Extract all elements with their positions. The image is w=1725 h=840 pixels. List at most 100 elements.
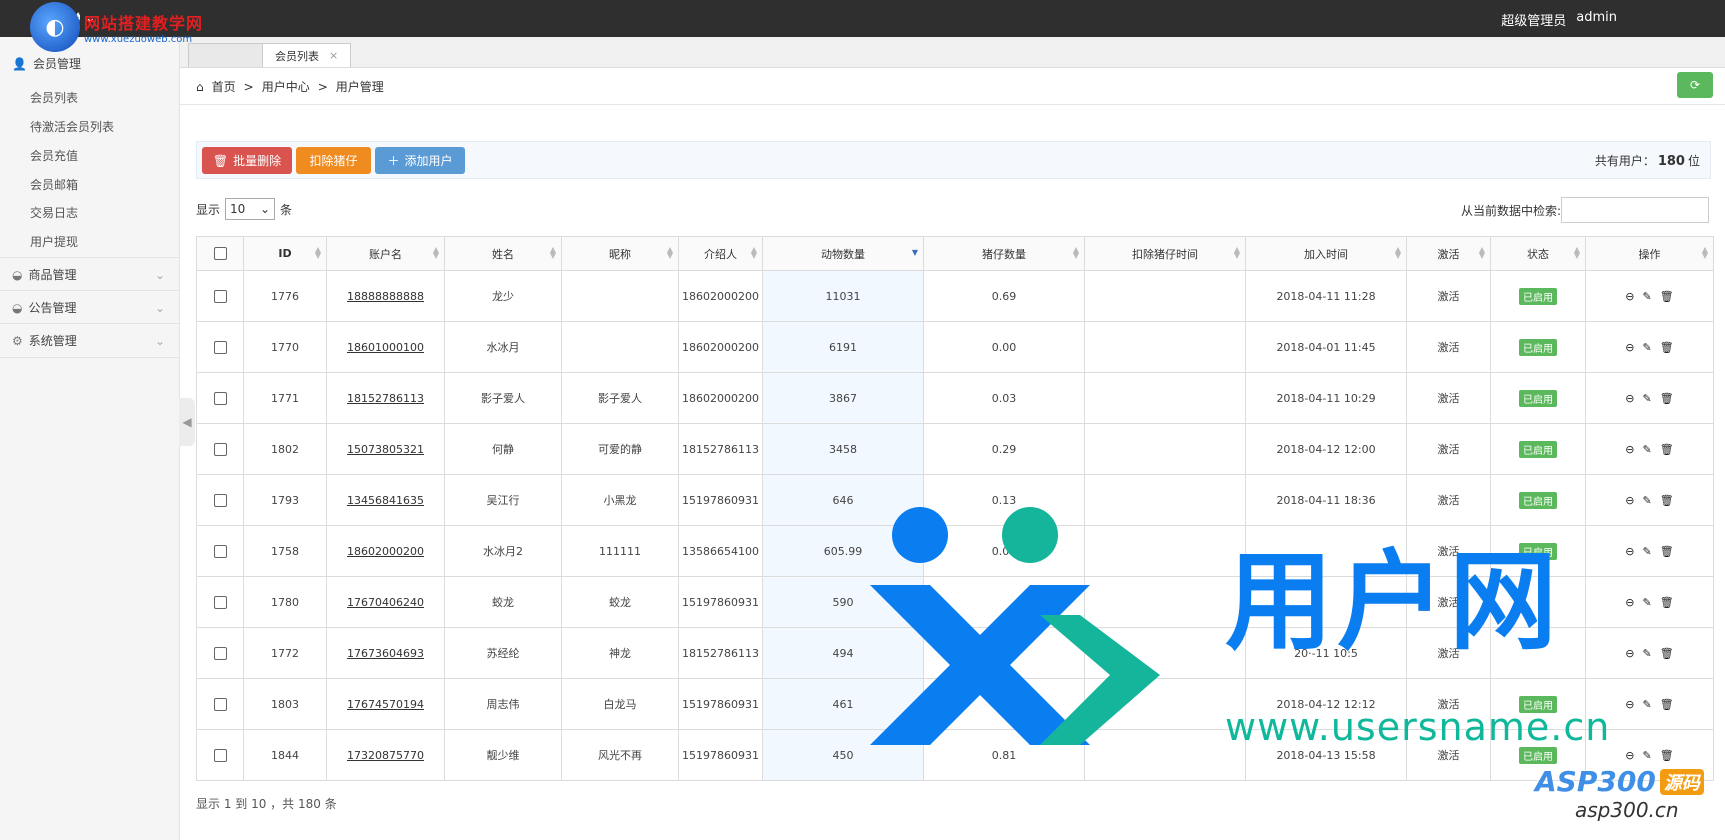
- row-select-cell[interactable]: [196, 729, 244, 781]
- row-select-cell[interactable]: [196, 627, 244, 679]
- row-select-cell[interactable]: [196, 525, 244, 577]
- edit-icon[interactable]: ✎: [1643, 647, 1652, 660]
- account-link[interactable]: 18601000100: [347, 341, 424, 354]
- close-icon[interactable]: ×: [329, 49, 338, 62]
- sidebar-collapse-handle[interactable]: ◀: [179, 398, 195, 446]
- account-link[interactable]: 18602000200: [347, 545, 424, 558]
- row-checkbox[interactable]: [213, 289, 227, 303]
- header-activated[interactable]: 激活 ▲ ▼: [1406, 236, 1491, 271]
- table-row[interactable]: 1776 18888888888 龙少 18602000200 11031 0.69 201…: [196, 270, 1714, 322]
- trash-icon[interactable]: 🗑: [1660, 596, 1674, 609]
- row-checkbox[interactable]: [213, 697, 227, 711]
- row-select-cell[interactable]: [196, 678, 244, 730]
- trash-icon[interactable]: 🗑: [1660, 545, 1674, 558]
- disable-icon[interactable]: ⊖: [1625, 596, 1634, 609]
- header-referrer[interactable]: 介绍人 ▲ ▼: [678, 236, 763, 271]
- header-animals[interactable]: 动物数量 ▼: [762, 236, 924, 271]
- row-checkbox[interactable]: [213, 442, 227, 456]
- edit-icon[interactable]: ✎: [1643, 494, 1652, 507]
- table-row[interactable]: 1771 18152786113 影子爱人 影子爱人 18602000200 3867 0.…: [196, 372, 1714, 424]
- header-nickname[interactable]: 昵称 ▲ ▼: [561, 236, 679, 271]
- header-piglets[interactable]: 猪仔数量 ▲ ▼: [923, 236, 1085, 271]
- row-checkbox[interactable]: [213, 748, 227, 762]
- header-account[interactable]: 账户名 ▲ ▼: [326, 236, 445, 271]
- disable-icon[interactable]: ⊖: [1625, 443, 1634, 456]
- row-select-cell[interactable]: [196, 372, 244, 424]
- header-deduct-time[interactable]: 扣除猪仔时间 ▲ ▼: [1084, 236, 1246, 271]
- edit-icon[interactable]: ✎: [1643, 443, 1652, 456]
- trash-icon[interactable]: 🗑: [1660, 647, 1674, 660]
- account-link[interactable]: 15073805321: [347, 443, 424, 456]
- header-status[interactable]: 状态 ▲ ▼: [1490, 236, 1586, 271]
- trash-icon[interactable]: 🗑: [1660, 290, 1674, 303]
- disable-icon[interactable]: ⊖: [1625, 392, 1634, 405]
- account-link[interactable]: 18888888888: [347, 290, 424, 303]
- sidebar-item-trade-log[interactable]: 交易日志: [30, 204, 78, 221]
- tab-member-list[interactable]: 会员列表 ×: [262, 43, 352, 67]
- refresh-button[interactable]: ⟳: [1677, 72, 1713, 98]
- add-user-button[interactable]: ＋ 添加用户: [375, 147, 465, 174]
- trash-icon[interactable]: 🗑: [1660, 494, 1674, 507]
- account-link[interactable]: 13456841635: [347, 494, 424, 507]
- sidebar-item-email[interactable]: 会员邮箱: [30, 176, 78, 193]
- trash-icon[interactable]: 🗑: [1660, 698, 1674, 711]
- batch-delete-button[interactable]: 🗑 批量删除: [202, 147, 292, 174]
- sidebar-group-system[interactable]: ⚙ 系统管理 ⌄: [0, 323, 179, 358]
- account-link[interactable]: 17673604693: [347, 647, 424, 660]
- trash-icon[interactable]: 🗑: [1660, 392, 1674, 405]
- page-length-select[interactable]: 10 ⌄: [225, 198, 276, 220]
- header-name[interactable]: 姓名 ▲ ▼: [444, 236, 562, 271]
- plus-icon: ＋: [387, 154, 400, 168]
- header-select-all[interactable]: [196, 236, 244, 271]
- account-link[interactable]: 17670406240: [347, 596, 424, 609]
- row-select-cell[interactable]: [196, 423, 244, 475]
- row-select-cell[interactable]: [196, 321, 244, 373]
- deduct-piglets-button[interactable]: 扣除猪仔: [296, 147, 371, 174]
- row-checkbox[interactable]: [213, 544, 227, 558]
- select-all-checkbox[interactable]: [213, 247, 227, 261]
- table-row[interactable]: 1770 18601000100 水冰月 18602000200 6191 0.00 201…: [196, 321, 1714, 373]
- sidebar-item-withdraw[interactable]: 用户提现: [30, 233, 78, 250]
- row-select-cell[interactable]: [196, 270, 244, 322]
- edit-icon[interactable]: ✎: [1643, 290, 1652, 303]
- header-join-time[interactable]: 加入时间 ▲ ▼: [1245, 236, 1407, 271]
- sidebar-item-recharge[interactable]: 会员充值: [30, 147, 78, 164]
- edit-icon[interactable]: ✎: [1643, 749, 1652, 762]
- disable-icon[interactable]: ⊖: [1625, 290, 1634, 303]
- edit-icon[interactable]: ✎: [1643, 341, 1652, 354]
- row-checkbox[interactable]: [213, 391, 227, 405]
- breadcrumb-user-center[interactable]: 用户中心: [262, 78, 310, 95]
- trash-icon[interactable]: 🗑: [1660, 749, 1674, 762]
- disable-icon[interactable]: ⊖: [1625, 494, 1634, 507]
- user-menu[interactable]: 超级管理员 admin: [1501, 10, 1617, 29]
- row-checkbox[interactable]: [213, 595, 227, 609]
- disable-icon[interactable]: ⊖: [1625, 647, 1634, 660]
- sidebar-group-notices[interactable]: ◒ 公告管理 ⌄: [0, 290, 179, 324]
- sidebar-group-members[interactable]: 👤 会员管理: [12, 55, 81, 72]
- table-row[interactable]: 1802 15073805321 何静 可爱的静 18152786113 3458 0.29…: [196, 423, 1714, 475]
- header-id[interactable]: ID ▲ ▼: [243, 236, 327, 271]
- edit-icon[interactable]: ✎: [1643, 596, 1652, 609]
- edit-icon[interactable]: ✎: [1643, 545, 1652, 558]
- disable-icon[interactable]: ⊖: [1625, 698, 1634, 711]
- disable-icon[interactable]: ⊖: [1625, 341, 1634, 354]
- search-input[interactable]: [1561, 197, 1709, 223]
- trash-icon[interactable]: 🗑: [1660, 341, 1674, 354]
- sidebar-group-products[interactable]: ◒ 商品管理 ⌄: [0, 257, 179, 291]
- edit-icon[interactable]: ✎: [1643, 698, 1652, 711]
- trash-icon[interactable]: 🗑: [1660, 443, 1674, 456]
- row-select-cell[interactable]: [196, 474, 244, 526]
- edit-icon[interactable]: ✎: [1643, 392, 1652, 405]
- account-link[interactable]: 17674570194: [347, 698, 424, 711]
- row-select-cell[interactable]: [196, 576, 244, 628]
- disable-icon[interactable]: ⊖: [1625, 749, 1634, 762]
- account-link[interactable]: 17320875770: [347, 749, 424, 762]
- row-checkbox[interactable]: [213, 646, 227, 660]
- sidebar-item-pending-activation[interactable]: 待激活会员列表: [30, 118, 114, 135]
- breadcrumb-home[interactable]: 首页: [212, 78, 236, 95]
- row-checkbox[interactable]: [213, 493, 227, 507]
- row-checkbox[interactable]: [213, 340, 227, 354]
- sidebar-item-member-list[interactable]: 会员列表: [30, 89, 78, 106]
- account-link[interactable]: 18152786113: [347, 392, 424, 405]
- disable-icon[interactable]: ⊖: [1625, 545, 1634, 558]
